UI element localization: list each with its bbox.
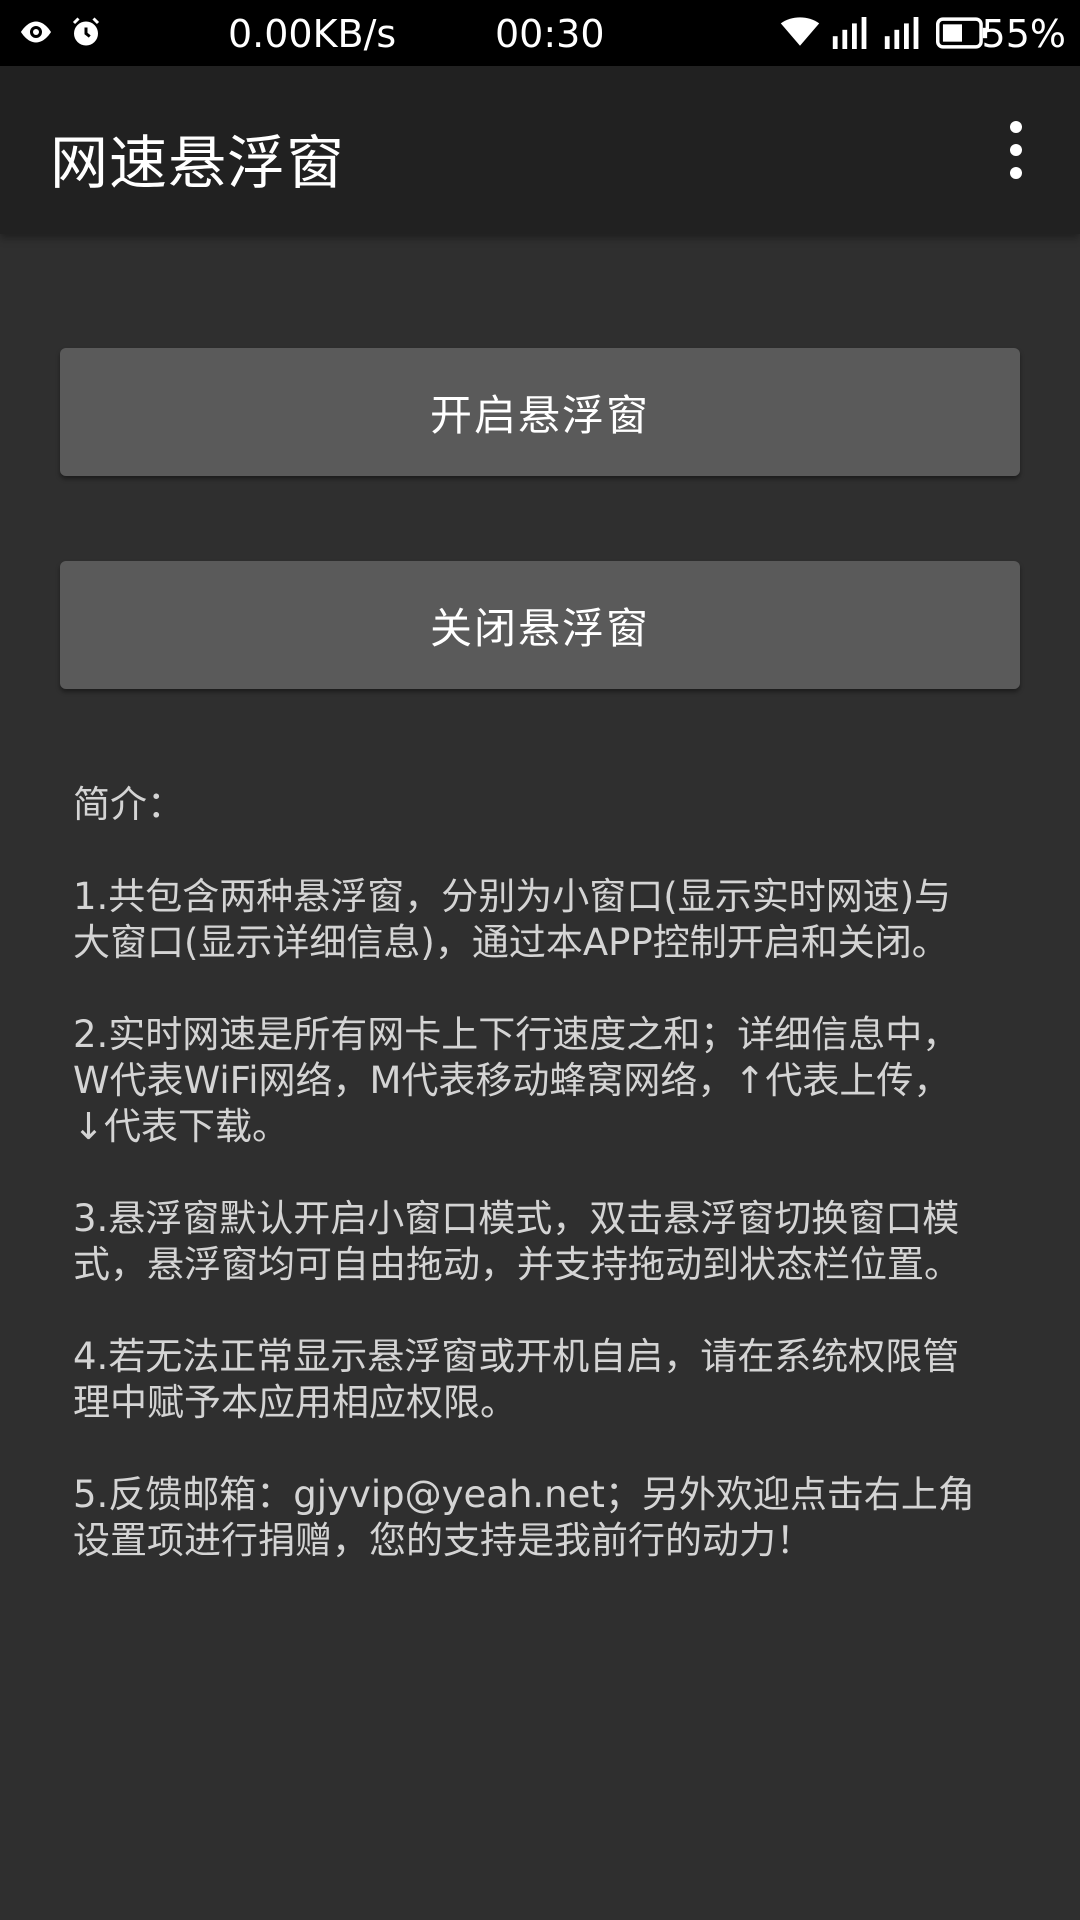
more-vert-icon [1010,144,1022,156]
close-floating-window-button[interactable]: 关闭悬浮窗 [60,561,1020,689]
open-floating-window-button[interactable]: 开启悬浮窗 [60,348,1020,476]
page-title: 网速悬浮窗 [50,129,346,197]
more-vert-icon [1010,121,1022,133]
intro-section: 简介： 1.共包含两种悬浮窗，分别为小窗口(显示实时网速)与 大窗口(显示详细信… [73,782,1013,1610]
signal-icon [832,14,872,58]
alarm-icon [68,14,104,59]
app-toolbar: 网速悬浮窗 [0,66,1080,234]
intro-paragraph: 4.若无法正常显示悬浮窗或开机自启，请在系统权限管 理中赋予本应用相应权限。 [73,1335,960,1424]
status-time: 00:30 [495,12,605,56]
eye-icon [18,14,54,59]
signal-icon [884,14,924,58]
wifi-icon [780,14,820,58]
intro-paragraph: 1.共包含两种悬浮窗，分别为小窗口(显示实时网速)与 大窗口(显示详细信息)，通… [73,875,952,964]
more-vert-icon [1010,167,1022,179]
intro-heading: 简介： [73,783,184,826]
status-left-icons [18,14,104,59]
intro-paragraph: 5.反馈邮箱：gjyvip@yeah.net；另外欢迎点击右上角 设置项进行捐赠… [73,1473,975,1562]
net-speed-readout: 0.00KB/s [228,12,397,56]
intro-paragraph: 2.实时网速是所有网卡上下行速度之和；详细信息中， W代表WiFi网络，M代表移… [73,1013,960,1148]
overflow-menu-button[interactable] [986,108,1046,192]
battery-icon [936,14,988,58]
status-right-icons [780,14,988,58]
status-bar: 0.00KB/s 00:30 55% [0,0,1080,66]
intro-paragraph: 3.悬浮窗默认开启小窗口模式，双击悬浮窗切换窗口模 式，悬浮窗均可自由拖动，并支… [73,1197,961,1286]
battery-percent: 55% [981,12,1066,56]
